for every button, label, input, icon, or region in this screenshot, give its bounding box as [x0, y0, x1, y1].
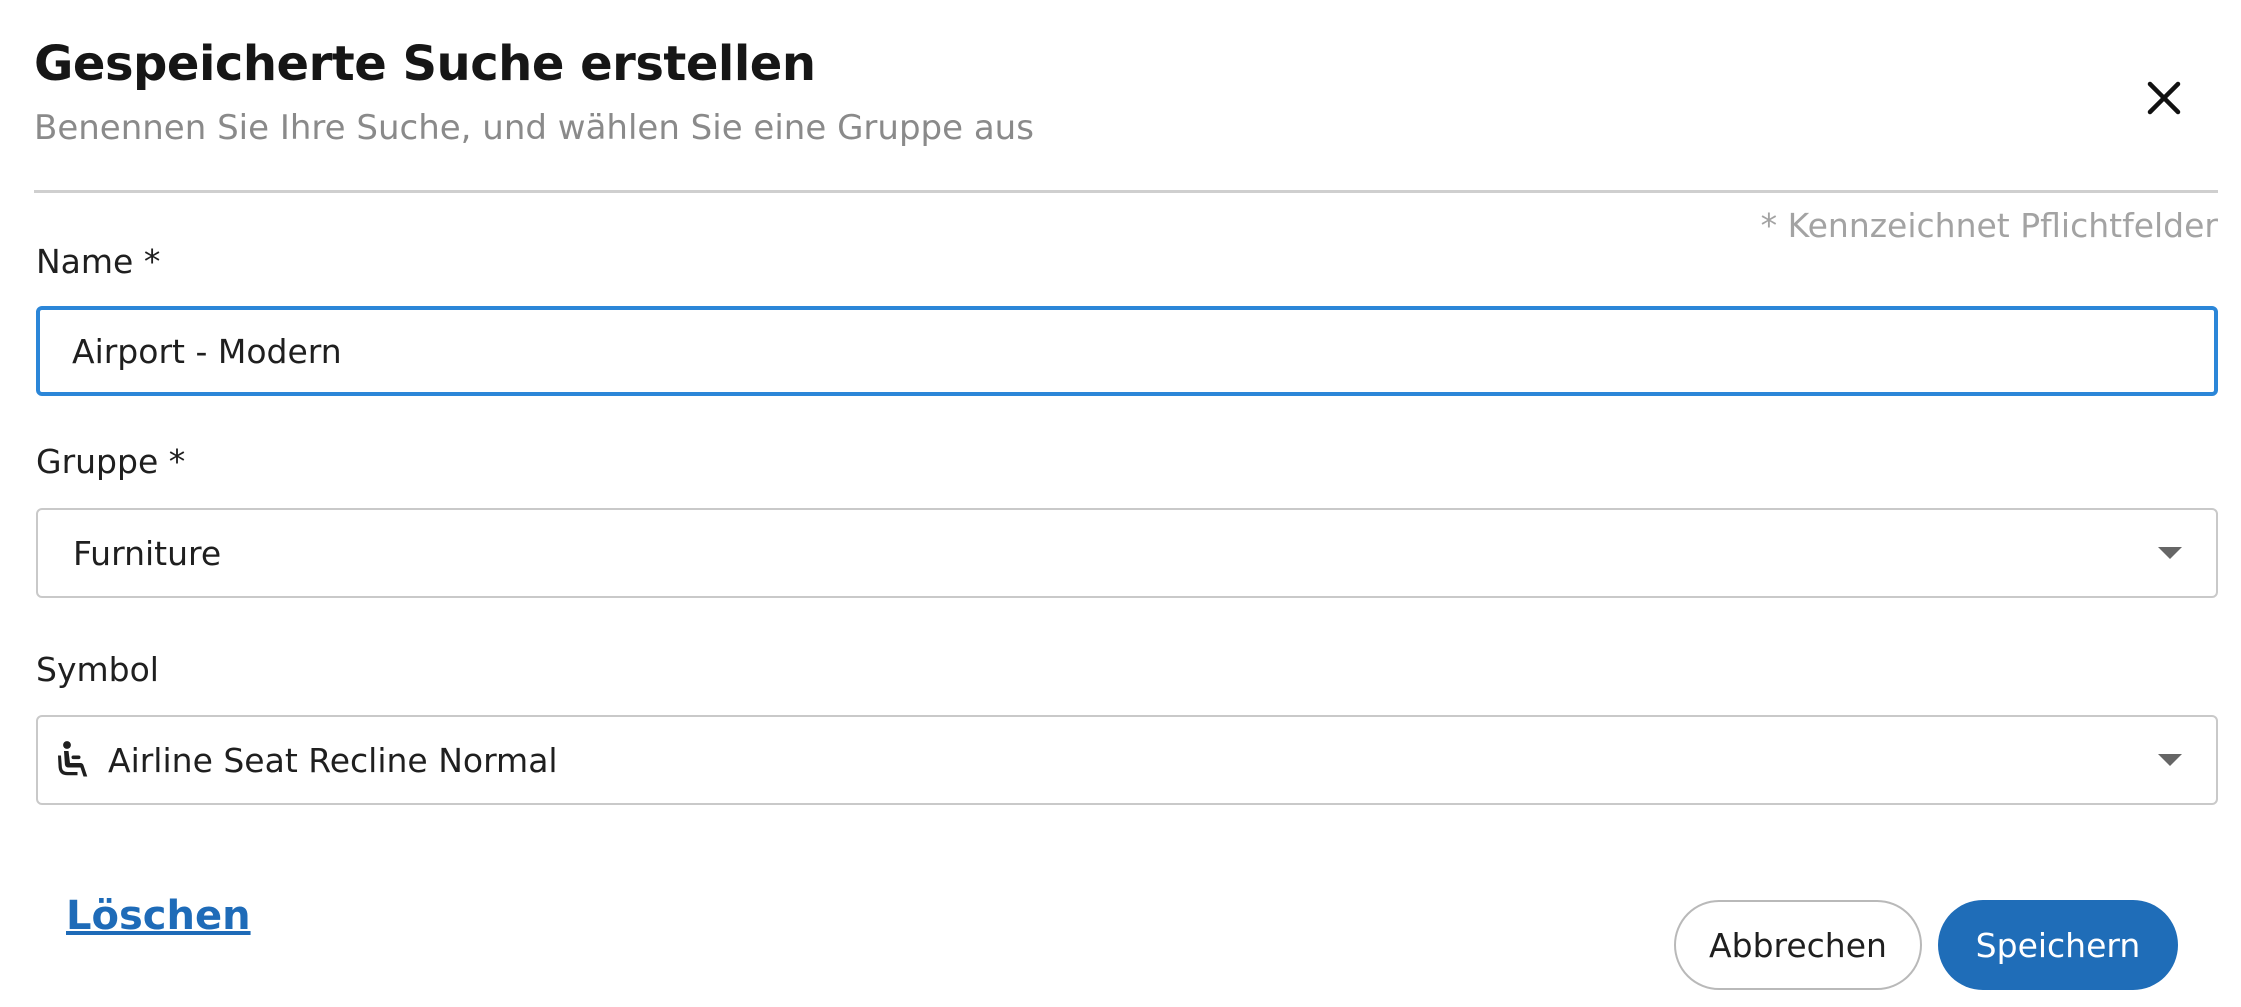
close-icon: [2144, 78, 2184, 122]
chevron-down-icon: [2158, 754, 2182, 766]
dialog-subtitle: Benennen Sie Ihre Suche, und wählen Sie …: [34, 108, 1034, 148]
name-input[interactable]: [36, 306, 2218, 396]
create-saved-search-dialog: Gespeicherte Suche erstellen Benennen Si…: [0, 0, 2241, 1007]
group-select-value: Furniture: [73, 533, 222, 573]
name-label: Name *: [36, 242, 161, 281]
save-button[interactable]: Speichern: [1938, 900, 2178, 990]
group-select[interactable]: Furniture: [36, 508, 2218, 598]
airline-seat-recline-normal-icon: [58, 740, 94, 780]
header-divider: [34, 190, 2218, 193]
cancel-button[interactable]: Abbrechen: [1674, 900, 1922, 990]
symbol-label: Symbol: [36, 650, 159, 689]
dialog-title: Gespeicherte Suche erstellen: [34, 36, 816, 92]
delete-link[interactable]: Löschen: [66, 893, 251, 939]
close-button[interactable]: [2134, 70, 2194, 130]
chevron-down-icon: [2158, 547, 2182, 559]
symbol-select-value: Airline Seat Recline Normal: [108, 740, 558, 780]
symbol-select[interactable]: Airline Seat Recline Normal: [36, 715, 2218, 805]
group-label: Gruppe *: [36, 442, 186, 481]
required-fields-note: * Kennzeichnet Pflichtfelder: [1760, 206, 2218, 245]
